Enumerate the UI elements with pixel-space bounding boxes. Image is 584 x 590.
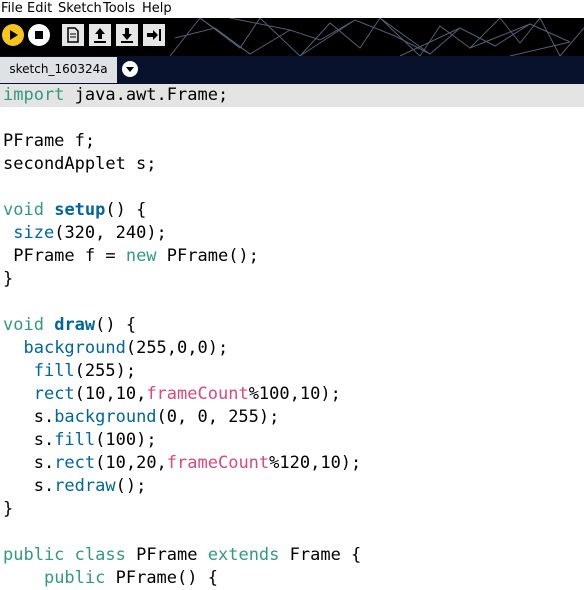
save-icon [121,28,133,43]
run-icon [10,30,18,40]
stop-button[interactable] [28,24,50,46]
code-line: s.fill(100); [3,430,157,450]
run-button[interactable] [2,24,24,46]
export-icon [147,29,161,41]
code-line: secondApplet s; [3,154,157,174]
new-icon [67,27,79,43]
menu-file[interactable]: File [1,0,23,17]
code-line: PFrame f; [3,131,96,151]
open-icon [94,28,106,43]
toolbar [0,18,584,56]
code-line: s.background(0, 0, 255); [3,407,280,427]
code-line: public class PFrame extends Frame { [3,545,362,565]
tab-sketch[interactable]: sketch_160324a [0,57,117,83]
code-line: void setup() { [3,200,147,220]
menu-sketch[interactable]: Sketch [58,0,102,17]
code-line: s.redraw(); [3,476,147,496]
chevron-down-icon [126,67,134,72]
export-button[interactable] [143,24,165,46]
code-line: s.rect(10,20,frameCount%120,10); [3,453,362,473]
code-line: import java.awt.Frame; [3,85,229,105]
code-line: public PFrame() { [43,568,218,588]
code-line: fill(255); [33,361,137,381]
code-line: rect(10,10,frameCount%100,10); [33,384,341,404]
new-button[interactable] [62,24,84,46]
save-button[interactable] [116,24,138,46]
tab-strip: sketch_160324a [0,56,584,84]
tab-menu-button[interactable] [122,61,138,77]
code-line: PFrame f = new PFrame(); [3,246,259,266]
menu-edit[interactable]: Edit [27,0,52,17]
code-line: background(255,0,0); [23,338,229,358]
code-line: void draw() { [3,315,137,335]
menu-bar: File Edit Sketch Tools Help [0,0,584,18]
code-line: size(320, 240); [13,223,167,243]
open-button[interactable] [89,24,111,46]
menu-tools[interactable]: Tools [103,0,135,17]
code-editor[interactable]: import java.awt.Frame; PFrame f; secondApp… [0,84,584,588]
toolbar-background-pattern [169,18,584,56]
stop-icon [35,31,43,39]
code-line: } [3,269,14,289]
menu-help[interactable]: Help [142,0,172,17]
code-line: } [3,499,14,519]
